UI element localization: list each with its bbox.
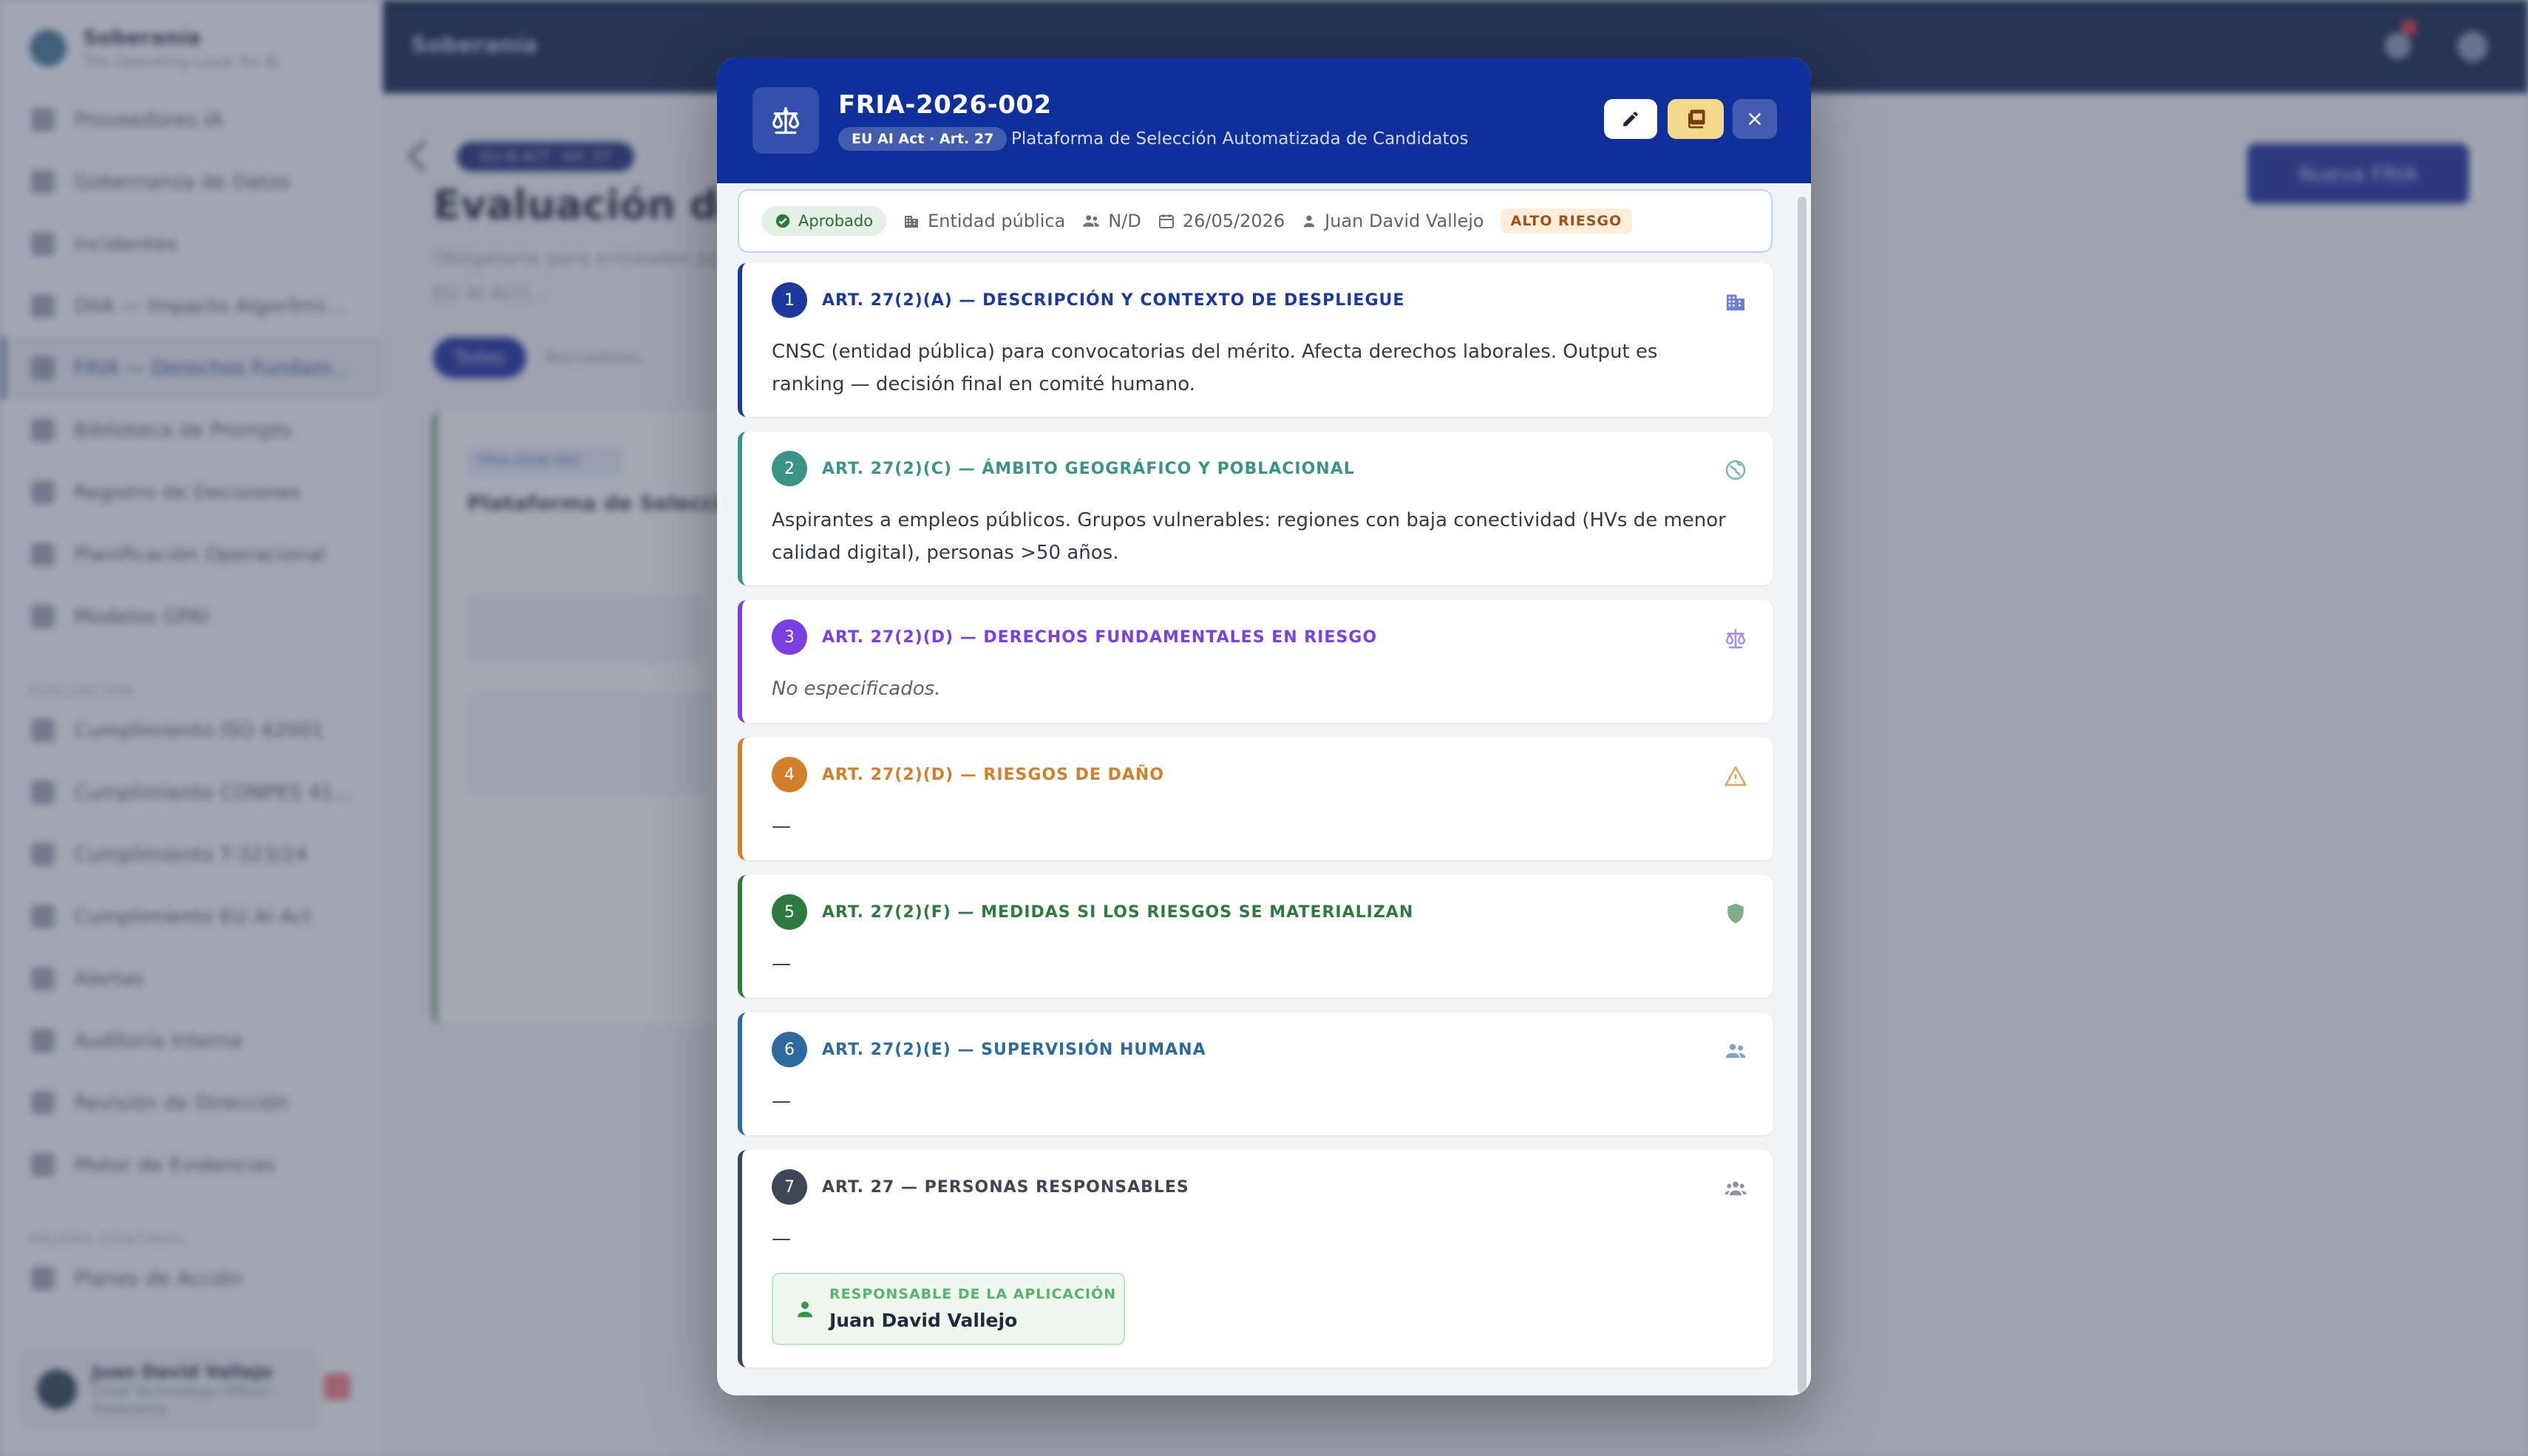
section-number: 7: [772, 1169, 807, 1205]
calendar-icon: [1158, 214, 1174, 228]
section-mitigation: 5 ART. 27(2)(F) — MEDIDAS SI LOS RIESGOS…: [738, 875, 1773, 998]
entity-type: Entidad pública: [903, 211, 1065, 231]
people-icon: [1725, 1044, 1746, 1058]
section-header: 2 ART. 27(2)(C) — ÁMBITO GEOGRÁFICO Y PO…: [772, 451, 1355, 486]
section-title: ART. 27(2)(D) — RIESGOS DE DAÑO: [822, 765, 1164, 784]
owner: Juan David Vallejo: [1301, 211, 1484, 231]
modal-title: FRIA-2026-002: [838, 90, 1052, 120]
scales-icon: [752, 87, 819, 154]
responsible-name: Juan David Vallejo: [829, 1310, 1018, 1331]
person-icon: [798, 1302, 812, 1318]
affected-persons: N/D: [1081, 211, 1141, 231]
shield-icon: [1727, 903, 1744, 924]
section-responsible: 7 ART. 27 — PERSONAS RESPONSABLES — RESP…: [738, 1150, 1773, 1367]
affected-label: N/D: [1108, 211, 1141, 231]
section-header: 1 ART. 27(2)(A) — DESCRIPCIÓN Y CONTEXTO…: [772, 282, 1404, 318]
section-text: —: [772, 1228, 791, 1250]
close-icon: [1749, 113, 1761, 125]
person-icon: [1303, 215, 1315, 228]
section-title: ART. 27(2)(A) — DESCRIPCIÓN Y CONTEXTO D…: [822, 290, 1405, 310]
check-circle-icon: [775, 214, 790, 228]
section-harm-risks: 4 ART. 27(2)(D) — RIESGOS DE DAÑO —: [738, 738, 1773, 860]
pencil-icon: [1623, 112, 1638, 126]
status-label: Aprobado: [798, 212, 874, 230]
modal-body[interactable]: Aprobado Entidad pública N/D 26/05/2026 …: [738, 189, 1773, 1395]
status-badge: Aprobado: [761, 206, 887, 236]
building-icon: [905, 216, 919, 228]
section-title: ART. 27 — PERSONAS RESPONSABLES: [822, 1177, 1189, 1197]
section-text: —: [772, 815, 791, 837]
building-icon: [1727, 294, 1744, 310]
section-header: 5 ART. 27(2)(F) — MEDIDAS SI LOS RIESGOS…: [772, 894, 1413, 930]
responsible-label: RESPONSABLE DE LA APLICACIÓN: [829, 1286, 1117, 1302]
section-human-oversight: 6 ART. 27(2)(E) — SUPERVISIÓN HUMANA —: [738, 1013, 1773, 1135]
section-text: Aspirantes a empleos públicos. Grupos vu…: [772, 509, 1726, 564]
section-rights: 3 ART. 27(2)(D) — DERECHOS FUNDAMENTALES…: [738, 600, 1773, 723]
modal-header: FRIA-2026-002 EU AI Act · Art. 27 Plataf…: [717, 58, 1811, 183]
section-text: —: [772, 1090, 791, 1112]
risk-badge: ALTO RIESGO: [1500, 208, 1633, 234]
section-number: 2: [772, 451, 807, 486]
pdf-icon: [1688, 109, 1705, 129]
meta-bar: Aprobado Entidad pública N/D 26/05/2026 …: [738, 189, 1773, 253]
section-text: No especificados.: [772, 678, 941, 700]
evaluation-date: 26/05/2026: [1158, 211, 1285, 231]
responsible-card: RESPONSABLE DE LA APLICACIÓN Juan David …: [772, 1273, 1125, 1345]
group-icon: [1725, 1181, 1747, 1196]
owner-label: Juan David Vallejo: [1325, 211, 1484, 231]
scales-icon: [1725, 628, 1746, 649]
edit-button[interactable]: [1604, 99, 1657, 139]
section-scope: 2 ART. 27(2)(C) — ÁMBITO GEOGRÁFICO Y PO…: [738, 432, 1773, 585]
section-title: ART. 27(2)(E) — SUPERVISIÓN HUMANA: [822, 1040, 1206, 1059]
section-text: CNSC (entidad pública) para convocatoria…: [772, 341, 1658, 395]
globe-icon: [1725, 460, 1746, 480]
section-number: 3: [772, 619, 807, 655]
date-label: 26/05/2026: [1182, 211, 1285, 231]
section-description: 1 ART. 27(2)(A) — DESCRIPCIÓN Y CONTEXTO…: [738, 263, 1773, 417]
section-number: 1: [772, 282, 807, 318]
section-header: 7 ART. 27 — PERSONAS RESPONSABLES: [772, 1169, 1189, 1205]
fria-detail-modal: FRIA-2026-002 EU AI Act · Art. 27 Plataf…: [717, 58, 1811, 1395]
close-button[interactable]: [1733, 99, 1777, 139]
section-header: 3 ART. 27(2)(D) — DERECHOS FUNDAMENTALES…: [772, 619, 1377, 655]
section-number: 4: [772, 757, 807, 792]
entity-type-label: Entidad pública: [928, 211, 1066, 231]
section-header: 6 ART. 27(2)(E) — SUPERVISIÓN HUMANA: [772, 1032, 1206, 1067]
section-title: ART. 27(2)(D) — DERECHOS FUNDAMENTALES E…: [822, 627, 1378, 647]
section-number: 6: [772, 1032, 807, 1067]
export-pdf-button[interactable]: [1668, 99, 1724, 139]
modal-scrollbar[interactable]: [1798, 197, 1807, 1394]
section-text: —: [772, 953, 791, 975]
regulation-chip: EU AI Act · Art. 27: [838, 127, 1008, 151]
warning-icon: [1725, 766, 1747, 786]
section-title: ART. 27(2)(F) — MEDIDAS SI LOS RIESGOS S…: [822, 902, 1414, 922]
section-number: 5: [772, 894, 807, 930]
section-header: 4 ART. 27(2)(D) — RIESGOS DE DAÑO: [772, 757, 1164, 792]
system-name: Plataforma de Selección Automatizada de …: [1011, 129, 1469, 149]
people-icon: [1083, 215, 1100, 227]
section-title: ART. 27(2)(C) — ÁMBITO GEOGRÁFICO Y POBL…: [822, 459, 1355, 478]
